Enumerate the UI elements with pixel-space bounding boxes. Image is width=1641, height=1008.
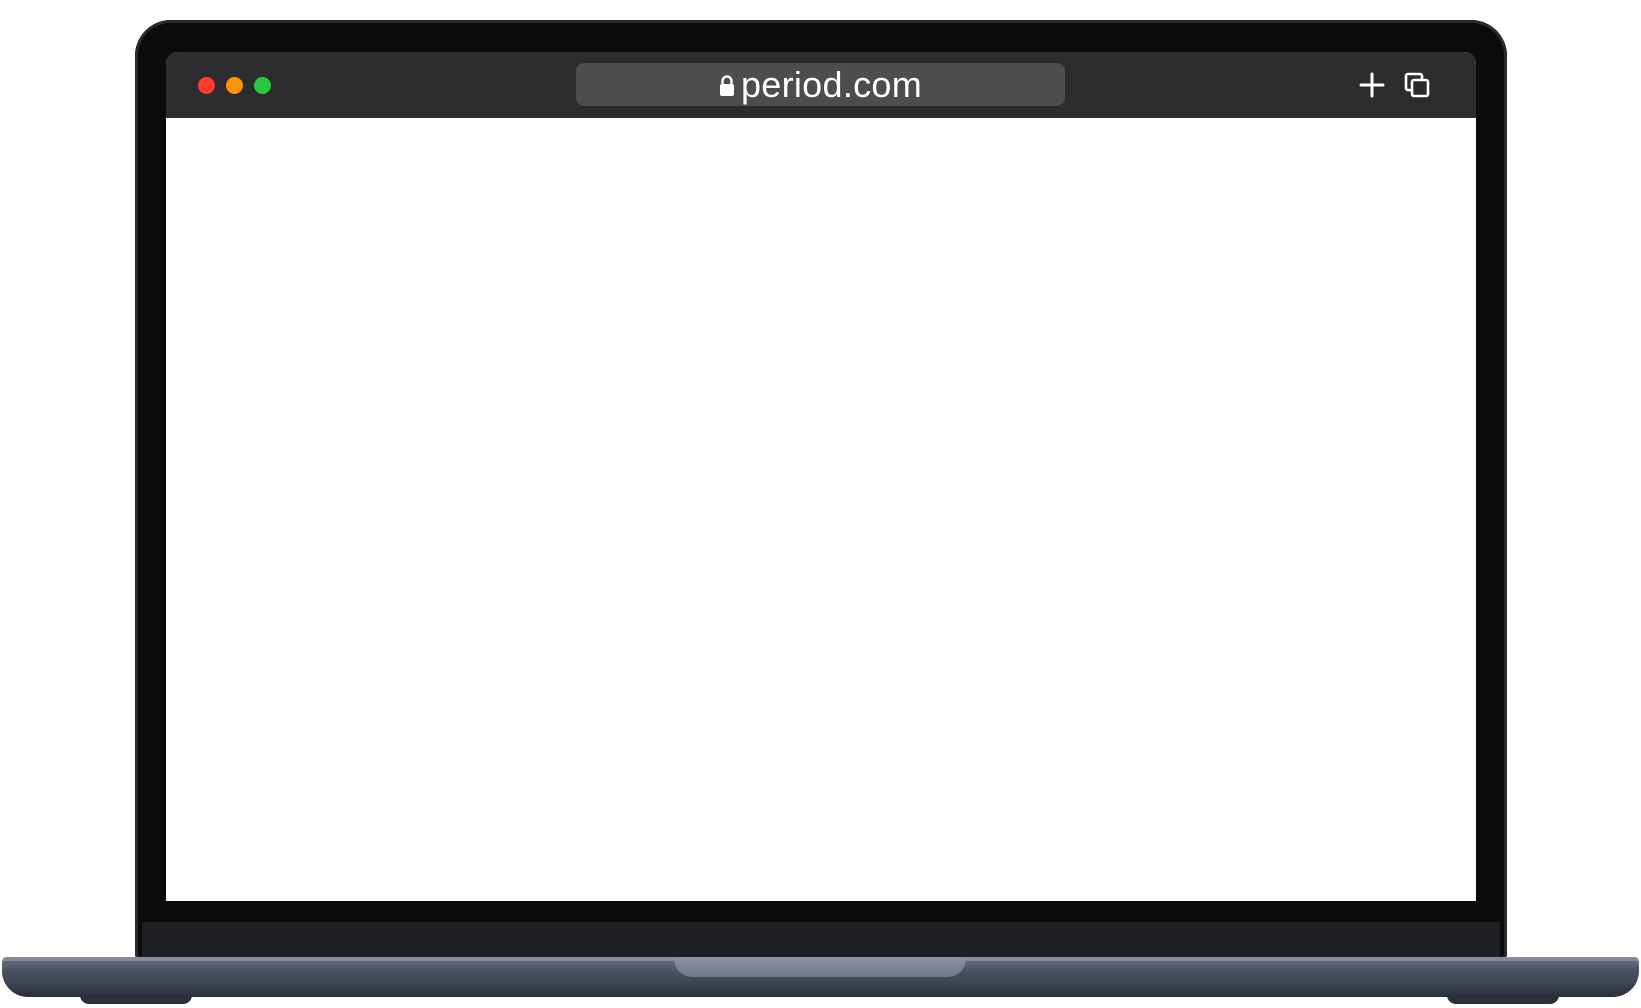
url-text: period.com <box>740 64 923 105</box>
tabs-overview-icon[interactable] <box>1404 72 1430 98</box>
bottom-bezel <box>142 922 1500 960</box>
address-bar[interactable]: period.com <box>576 63 1065 106</box>
browser-titlebar: period.com <box>166 52 1476 118</box>
maximize-window-button[interactable] <box>254 77 271 94</box>
laptop-mockup: period.com <box>0 0 1641 1008</box>
laptop-foot-right <box>1447 995 1559 1004</box>
plus-icon[interactable] <box>1359 72 1385 98</box>
laptop-opening-notch <box>674 957 966 977</box>
close-window-button[interactable] <box>198 77 215 94</box>
web-page-content <box>166 118 1476 901</box>
lock-icon <box>719 74 735 97</box>
laptop-screen: period.com <box>166 52 1476 901</box>
minimize-window-button[interactable] <box>226 77 243 94</box>
laptop-foot-left <box>80 995 192 1004</box>
